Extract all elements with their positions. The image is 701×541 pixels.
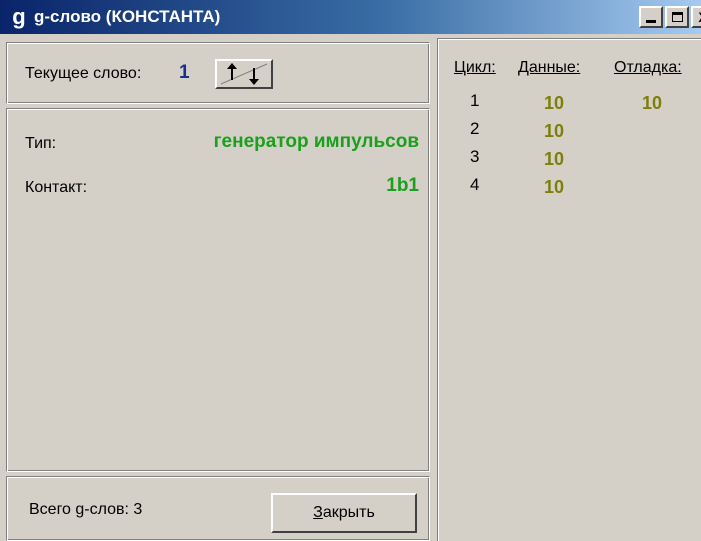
current-word-label: Текущее слово:	[25, 65, 142, 82]
cell-data: 10	[544, 121, 565, 141]
info-group: Тип: генератор импульсов Контакт: 1b1	[6, 108, 430, 472]
column-header-debug[interactable]: Отладка:	[614, 59, 682, 77]
cell-debug: 10	[642, 93, 663, 113]
total-words-label: Всего g-слов: 3	[29, 501, 143, 518]
minimize-button[interactable]	[639, 6, 663, 28]
cell-data: 10	[544, 93, 565, 113]
close-button-label: акрыть	[322, 504, 375, 521]
close-button-mnemonic: З	[313, 504, 323, 521]
contact-value: 1b1	[386, 175, 419, 196]
column-header-data[interactable]: Данные:	[518, 59, 580, 77]
cell-cycle: 2	[470, 119, 480, 138]
window-title: g-слово (КОНСТАНТА)	[34, 7, 221, 26]
table-row[interactable]: 1 10 10	[438, 91, 701, 115]
cell-data: 10	[544, 149, 565, 169]
title-bar-buttons: X	[639, 6, 701, 28]
app-icon: g	[12, 4, 26, 29]
next-word-button[interactable]	[215, 59, 273, 89]
maximize-button[interactable]	[665, 6, 689, 28]
close-window-button[interactable]: X	[691, 6, 701, 28]
current-word-group: Текущее слово: 1	[6, 42, 430, 104]
current-word-value: 1	[179, 62, 190, 83]
left-panel: Текущее слово: 1 Тип: генератор импульсо…	[0, 38, 433, 541]
close-button[interactable]: Закрыть	[271, 493, 417, 533]
arrows-up-down-icon	[220, 63, 268, 85]
contact-label: Контакт:	[25, 179, 88, 196]
table-row[interactable]: 2 10	[438, 119, 701, 143]
cycle-data-panel: Цикл: Данные: Отладка: 1 10 10 2 10 3 10…	[437, 38, 701, 541]
maximize-icon	[671, 12, 683, 22]
cell-data: 10	[544, 177, 565, 197]
table-row[interactable]: 3 10	[438, 147, 701, 171]
cell-cycle: 1	[470, 91, 480, 110]
column-header-cycle[interactable]: Цикл:	[454, 59, 496, 77]
type-value: генератор импульсов	[213, 131, 419, 152]
cell-cycle: 3	[470, 147, 480, 166]
type-label: Тип:	[25, 135, 57, 152]
table-row[interactable]: 4 10	[438, 175, 701, 199]
g-word-window: g g-слово (КОНСТАНТА) X Текущее слово: 1	[0, 0, 701, 541]
title-bar[interactable]: g g-слово (КОНСТАНТА) X	[0, 0, 701, 34]
footer-group: Всего g-слов: 3 Закрыть	[6, 476, 430, 541]
minimize-icon	[646, 19, 656, 23]
cell-cycle: 4	[470, 175, 480, 194]
